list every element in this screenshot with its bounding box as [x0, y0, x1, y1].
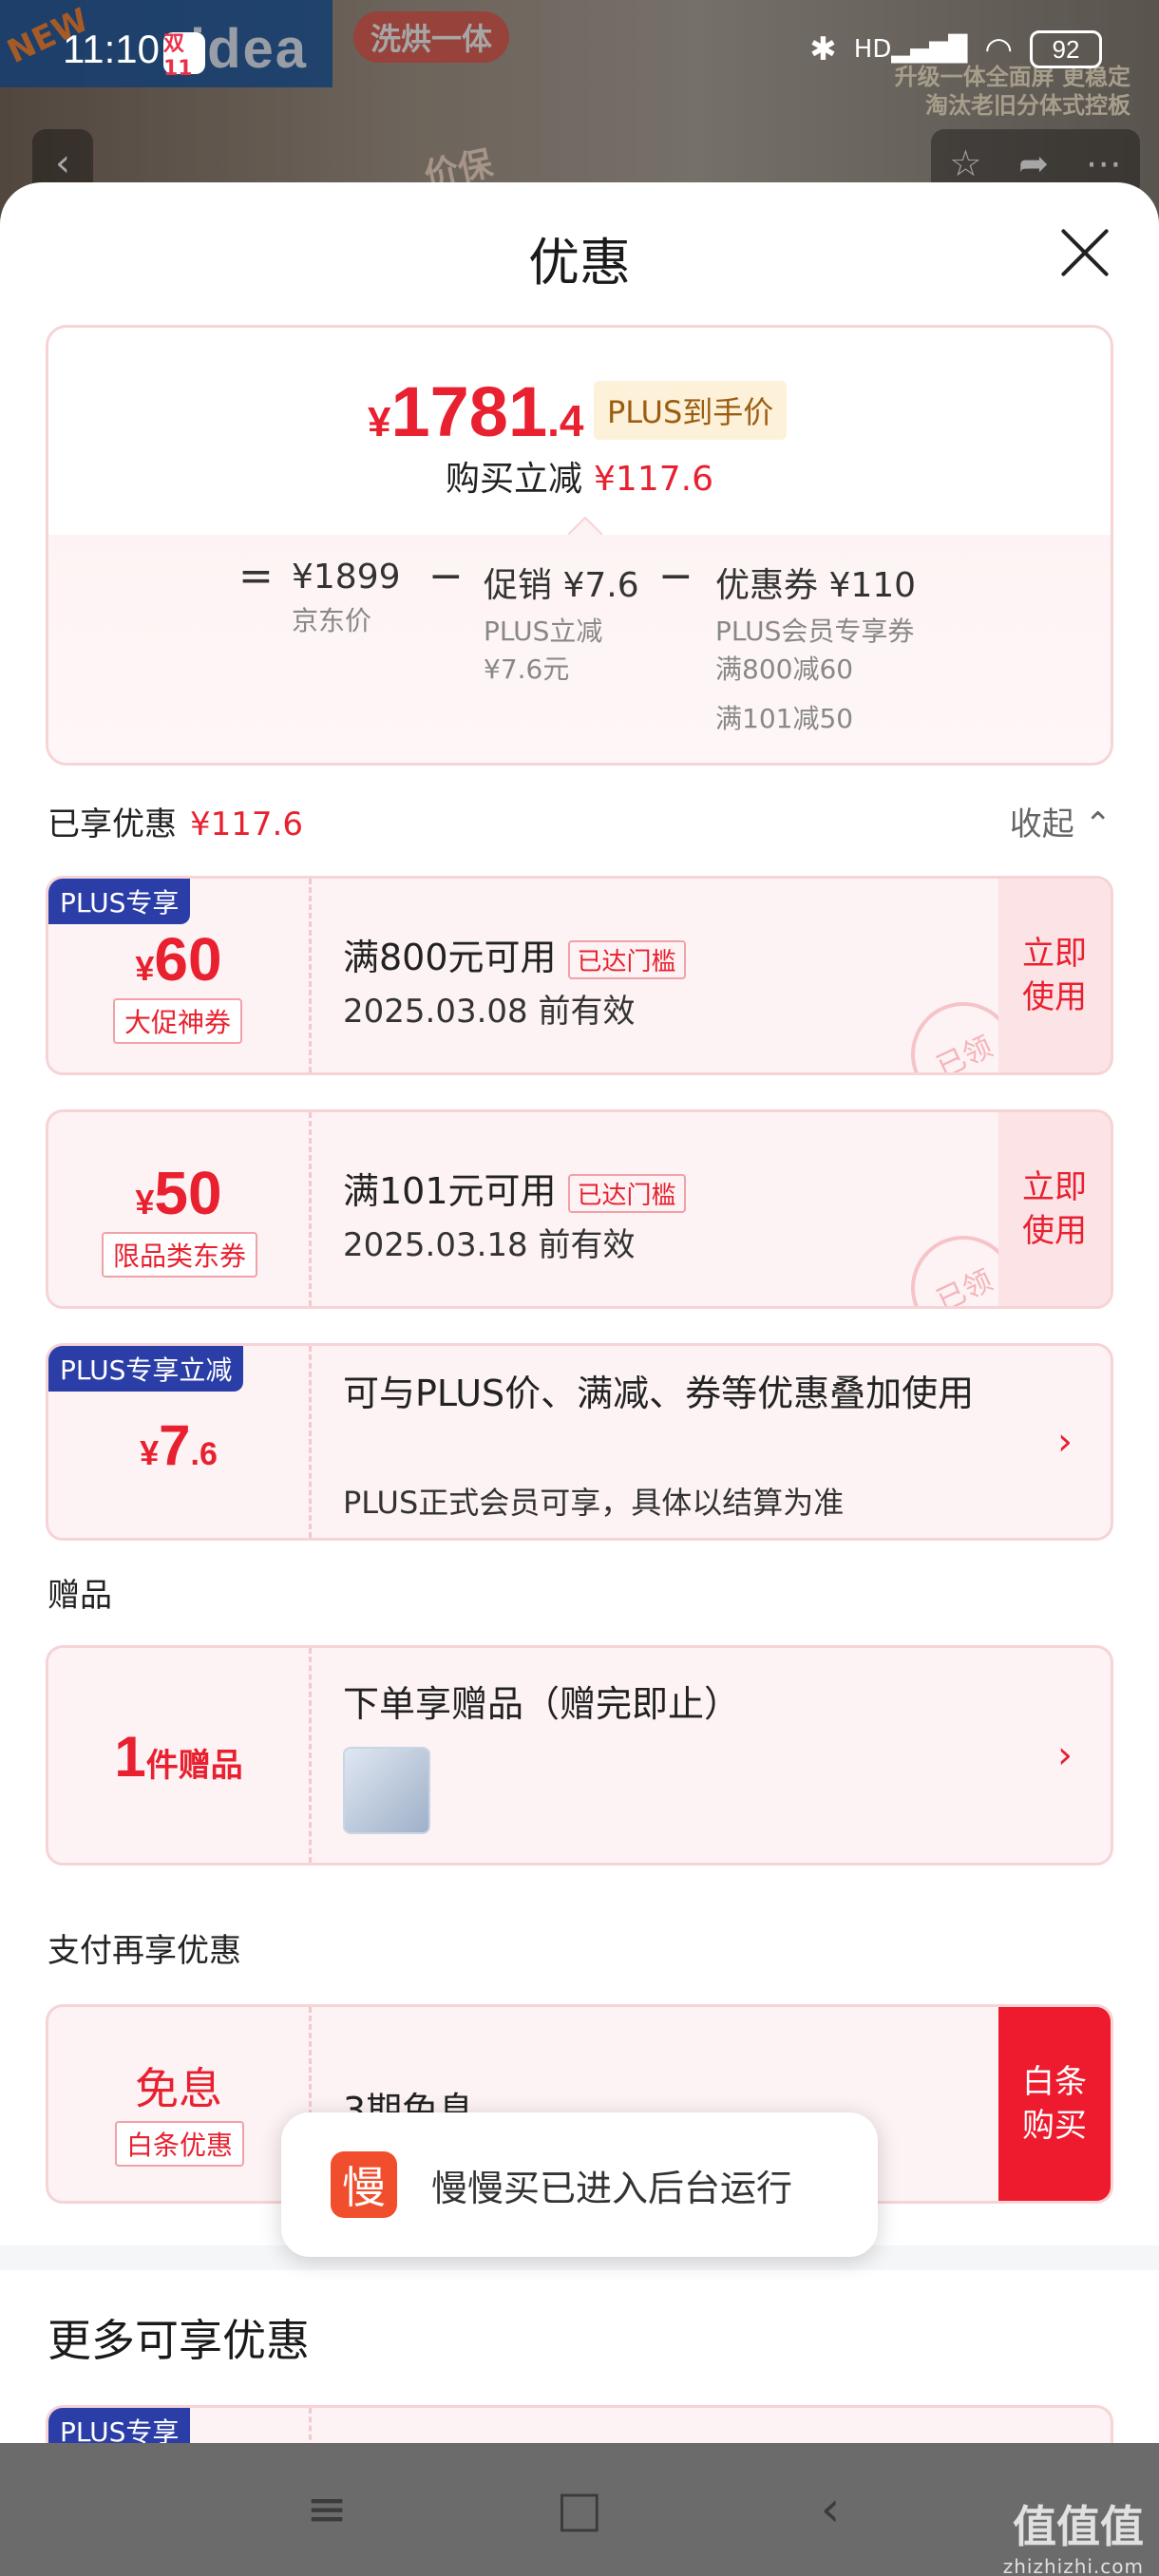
more-discounts-title: 更多可享优惠: [48, 2315, 310, 2366]
status-bar: 11:10 双11 ✱ HD▂▄▆█ ◠ 92: [0, 0, 1159, 104]
chevron-right-icon: ›: [1057, 1733, 1073, 1777]
plus-reduce-amount: ¥7.6: [140, 1413, 218, 1477]
jd-price-item: ¥1899 京东价: [292, 558, 401, 636]
coupon-amount: ¥50: [135, 1159, 222, 1227]
plus-reduce-title: 可与PLUS价、满减、券等优惠叠加使用: [343, 1373, 975, 1414]
coupon-card: PLUS专享: [46, 2405, 1113, 2443]
status-icons: ✱ HD▂▄▆█ ◠ 92: [809, 30, 1102, 68]
plus-badge: PLUS专享立减: [48, 1346, 244, 1392]
baitiao-buy-button[interactable]: 白条 购买: [998, 2007, 1111, 2201]
close-icon[interactable]: [1058, 226, 1112, 279]
enjoyed-discount-row: 已享优惠 ¥117.6 收起 ⌃: [48, 798, 1112, 844]
coupon-type: 大促神券: [113, 998, 243, 1044]
plus-price-tag: PLUS到手价: [594, 381, 788, 440]
final-price: ¥1781.4: [368, 372, 584, 451]
price-breakdown: = ¥1899 京东价 − 促销 ¥7.6 PLUS立减 ¥7.6元 − 优惠券 …: [48, 535, 1111, 763]
menu-icon[interactable]: ≡: [296, 2479, 357, 2540]
gift-count: 1件赠品: [114, 1725, 243, 1789]
threshold-flag: 已达门槛: [567, 940, 686, 979]
coupon-item: 优惠券 ¥110 PLUS会员专享券 满800减60 满101减50: [715, 566, 917, 734]
plus-reduce-desc: PLUS正式会员可享，具体以结算为准: [343, 1485, 845, 1521]
system-nav-bar: ≡ □ ‹: [0, 2443, 1159, 2576]
plus-badge: PLUS专享: [48, 879, 191, 924]
back-nav-icon[interactable]: ‹: [800, 2479, 861, 2540]
use-now-button[interactable]: 立即 使用: [998, 1112, 1111, 1306]
app-notification-icon: 双11: [163, 32, 205, 81]
coupon-card: PLUS专享 ¥60 大促神券 满800元可用 已达门槛 2025.03.08 前…: [46, 876, 1113, 1075]
use-now-button[interactable]: 立即 使用: [998, 879, 1111, 1072]
status-time: 11:10: [63, 27, 160, 71]
plus-badge: PLUS专享: [48, 2408, 191, 2443]
coupon-amount: ¥60: [135, 925, 222, 994]
coupon-validity: 2025.03.18 前有效: [343, 1226, 636, 1264]
collapse-button[interactable]: 收起 ⌃: [1010, 798, 1112, 844]
battery-icon: 92: [1030, 30, 1102, 68]
coupon-validity: 2025.03.08 前有效: [343, 993, 636, 1031]
buy-reduce: 购买立减 ¥117.6: [446, 460, 713, 499]
chevron-right-icon: ›: [1057, 1420, 1073, 1464]
gift-thumbnail[interactable]: [343, 1747, 430, 1834]
site-watermark: 值值值 zhizhizhi.com: [1002, 2501, 1144, 2576]
interest-free-title: 免息: [135, 2064, 222, 2113]
equals-sign: =: [238, 552, 274, 600]
promo-item: 促销 ¥7.6 PLUS立减 ¥7.6元: [484, 566, 639, 685]
coupon-type: 限品类东券: [102, 1232, 258, 1278]
signal-icon: HD▂▄▆█: [853, 35, 968, 64]
baitiao-tag: 白条优惠: [115, 2121, 245, 2167]
plus-reduce-card[interactable]: PLUS专享立减 ¥7.6 可与PLUS价、满减、券等优惠叠加使用 PLUS正式…: [46, 1343, 1113, 1541]
discount-sheet: 优惠 ¥1781.4 PLUS到手价 购买立减 ¥117.6 = ¥1899 京东…: [0, 182, 1159, 2443]
minus-sign: −: [428, 552, 464, 600]
price-summary-card: ¥1781.4 PLUS到手价 购买立减 ¥117.6 = ¥1899 京东价 −…: [46, 325, 1113, 766]
gift-title: 下单享赠品（赠完即止）: [343, 1683, 741, 1725]
background-run-toast: 慢 慢慢买已进入后台运行: [281, 2112, 878, 2257]
home-icon[interactable]: □: [549, 2479, 610, 2540]
manmanmai-app-icon: 慢: [331, 2151, 397, 2218]
coupon-card: ¥50 限品类东券 满101元可用 已达门槛 2025.03.18 前有效 已领 …: [46, 1109, 1113, 1309]
bluetooth-icon: ✱: [809, 30, 837, 68]
toast-text: 慢慢买已进入后台运行: [431, 2167, 793, 2209]
sheet-title: 优惠: [528, 233, 631, 293]
pay-section-label: 支付再享优惠: [48, 1932, 241, 1970]
wifi-icon: ◠: [984, 30, 1013, 68]
threshold-flag: 已达门槛: [567, 1174, 686, 1213]
gift-section-label: 赠品: [48, 1577, 112, 1615]
coupon-condition: 满800元可用 已达门槛: [343, 928, 686, 980]
coupon-condition: 满101元可用 已达门槛: [343, 1162, 686, 1214]
gift-card[interactable]: 1件赠品 下单享赠品（赠完即止） ›: [46, 1645, 1113, 1866]
minus-sign: −: [658, 552, 694, 600]
